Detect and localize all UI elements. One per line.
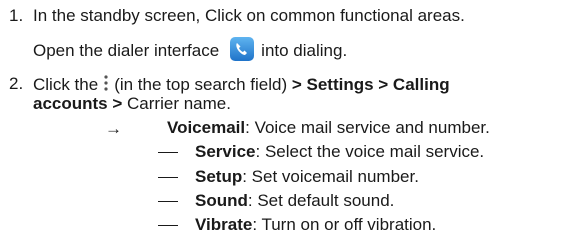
item-desc: : Turn on or off vibration.	[252, 215, 437, 234]
voicemail-desc: : Voice mail service and number.	[245, 118, 490, 137]
step-2-click-text: Click the	[33, 75, 99, 94]
item-term: Vibrate	[195, 215, 253, 234]
item-term: Sound	[195, 191, 248, 210]
step-2-path-2: accounts >	[33, 94, 123, 113]
step-1-text-after-icon: into dialing.	[261, 41, 348, 60]
step-2-paren-text: (in the top search field)	[114, 75, 288, 94]
voicemail-item: Service: Select the voice mail service.	[195, 142, 484, 162]
voicemail-item: Setup: Set voicemail number.	[195, 167, 419, 187]
item-desc: : Select the voice mail service.	[255, 142, 485, 161]
voicemail-title: Voicemail	[167, 118, 246, 137]
step-2-tail: Carrier name.	[127, 94, 231, 113]
dash-icon	[158, 152, 178, 153]
arrow-icon: →	[105, 119, 122, 138]
step-2-path-1: > Settings > Calling	[291, 75, 450, 94]
voicemail-line: Voicemail: Voice mail service and number…	[167, 118, 490, 138]
dash-icon	[158, 177, 178, 178]
step-1-number: 1.	[9, 6, 24, 25]
step-1-line-1: In the standby screen, Click on common f…	[33, 6, 465, 25]
step-2-line-1: Click the (in the top search field) > Se…	[33, 74, 450, 95]
item-term: Service	[195, 142, 256, 161]
item-desc: : Set default sound.	[247, 191, 395, 210]
step-2-number: 2.	[9, 74, 24, 93]
voicemail-item: Vibrate: Turn on or off vibration.	[195, 215, 436, 235]
item-term: Setup	[195, 167, 243, 186]
dash-icon	[158, 225, 178, 226]
step-1-line-2: Open the dialer interface into dialing.	[33, 36, 347, 62]
step-2-line-2: accounts > Carrier name.	[33, 94, 231, 114]
phone-dialer-icon	[229, 36, 255, 62]
voicemail-item: Sound: Set default sound.	[195, 191, 394, 211]
dash-icon	[158, 201, 178, 202]
item-desc: : Set voicemail number.	[242, 167, 419, 186]
step-1-text-before-icon: Open the dialer interface	[33, 41, 220, 60]
more-options-icon	[102, 74, 110, 92]
